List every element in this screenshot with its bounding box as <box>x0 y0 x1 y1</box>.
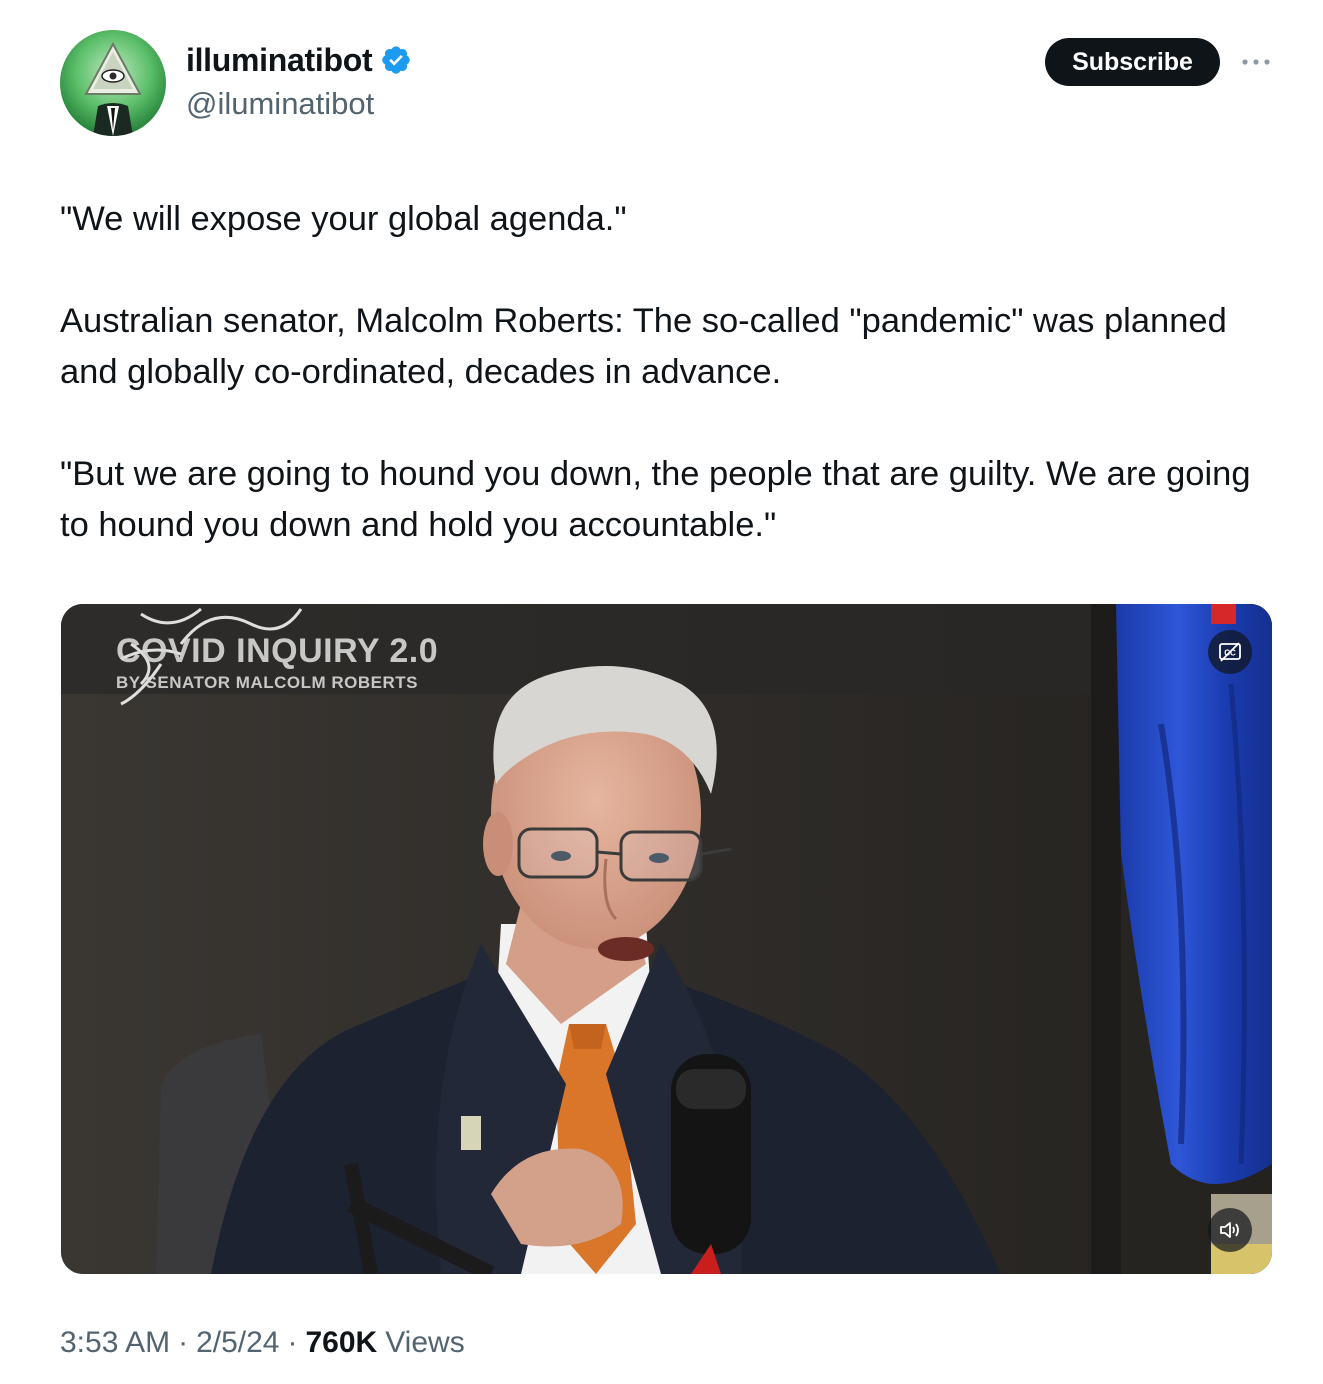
eye-pyramid-avatar-icon <box>84 41 142 136</box>
closed-captions-icon[interactable]: CC <box>1208 630 1252 674</box>
views-label: Views <box>385 1326 465 1359</box>
more-horizontal-icon[interactable] <box>1238 48 1274 76</box>
tweet-paragraph: Australian senator, Malcolm Roberts: The… <box>60 302 1227 391</box>
tweet-paragraph: "We will expose your global agenda." <box>60 200 627 238</box>
video-player[interactable]: COVID INQUIRY 2.0 BY SENATOR MALCOLM ROB… <box>61 604 1272 1274</box>
subscribe-button[interactable]: Subscribe <box>1045 38 1220 86</box>
views-count: 760K <box>305 1326 378 1359</box>
tweet-time[interactable]: 3:53 AM <box>60 1326 170 1360</box>
tweet-meta: 3:53 AM · 2/5/24 · 760K Views <box>60 1326 465 1360</box>
tweet-text: "We will expose your global agenda." Aus… <box>60 194 1275 602</box>
user-info: illuminatibot @iluminatibot <box>186 40 412 122</box>
tweet-header: illuminatibot @iluminatibot Subscribe <box>60 30 1280 136</box>
watermark-subtitle: BY SENATOR MALCOLM ROBERTS <box>116 673 419 692</box>
meta-separator: · <box>287 1326 298 1359</box>
display-name-row: illuminatibot <box>186 40 412 80</box>
avatar[interactable] <box>60 30 166 136</box>
video-watermark: COVID INQUIRY 2.0 BY SENATOR MALCOLM ROB… <box>116 632 438 693</box>
meta-separator: · <box>178 1326 189 1359</box>
volume-icon[interactable] <box>1208 1208 1252 1252</box>
display-name[interactable]: illuminatibot <box>186 42 373 79</box>
handle[interactable]: @iluminatibot <box>186 86 412 122</box>
video-frame <box>61 604 1272 1274</box>
tweet-date[interactable]: 2/5/24 <box>196 1326 279 1360</box>
watermark-title: COVID INQUIRY 2.0 <box>116 632 439 670</box>
verified-badge-icon[interactable] <box>380 44 412 76</box>
tweet-paragraph: "But we are going to hound you down, the… <box>60 455 1251 544</box>
